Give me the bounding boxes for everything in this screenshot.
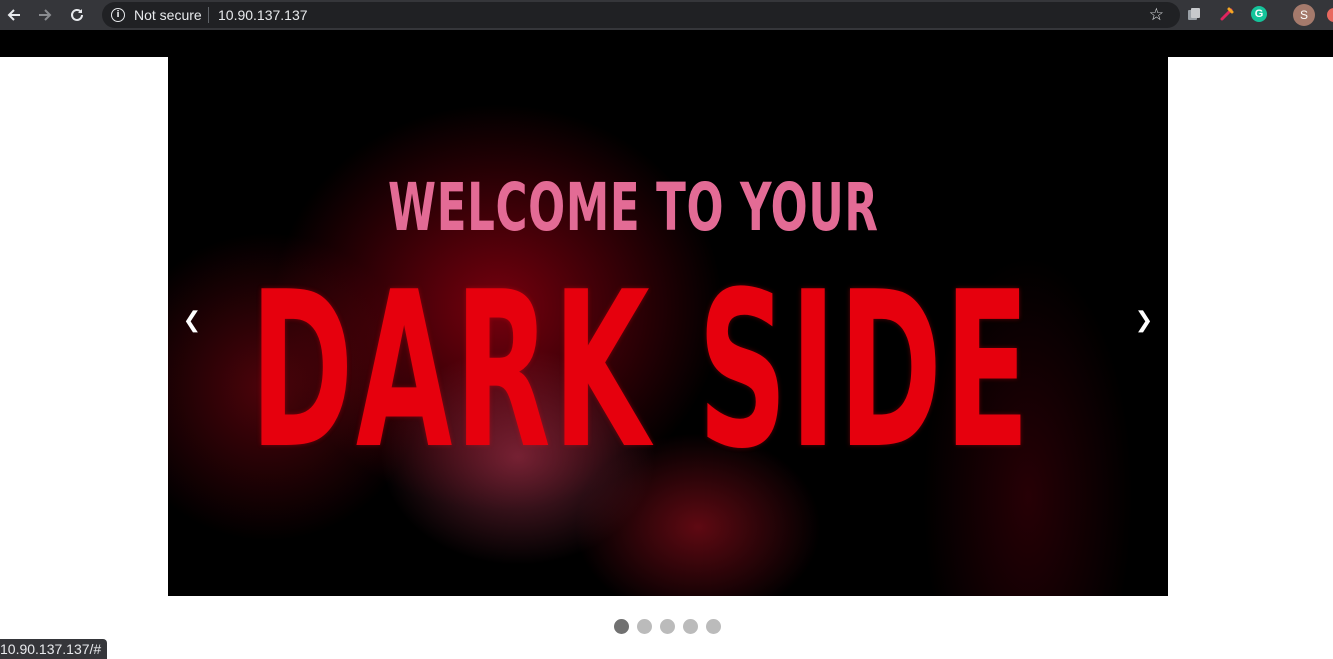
reload-button[interactable] — [67, 5, 87, 25]
address-divider — [208, 7, 209, 23]
slide-dot[interactable] — [660, 619, 675, 634]
puzzle-extension-icon[interactable] — [1186, 6, 1202, 22]
arrow-left-icon — [7, 9, 20, 21]
arrow-right-icon — [39, 9, 52, 21]
browser-menu-icon[interactable] — [1327, 8, 1333, 22]
slideshow-image: WELCOME TO YOUR DARK SIDE — [168, 57, 1168, 596]
reload-icon — [71, 8, 83, 21]
browser-toolbar: i Not secure 10.90.137.137 ☆ G S — [0, 0, 1333, 30]
slide-indicators — [614, 619, 721, 634]
forward-button[interactable] — [35, 5, 55, 25]
slide-dot[interactable] — [614, 619, 629, 634]
security-label[interactable]: Not secure — [134, 7, 202, 23]
info-icon[interactable]: i — [111, 8, 125, 22]
prev-slide-button[interactable]: ❮ — [177, 306, 207, 336]
url-text[interactable]: 10.90.137.137 — [218, 7, 308, 23]
site-topbar — [0, 30, 1333, 57]
slide-text-dark-side: DARK SIDE — [250, 245, 1032, 496]
slide-text-welcome: WELCOME TO YOUR — [388, 169, 879, 246]
next-slide-button[interactable]: ❯ — [1129, 306, 1159, 336]
link-status-bubble: 10.90.137.137/# — [0, 639, 108, 659]
slide-dot[interactable] — [683, 619, 698, 634]
slide-dot[interactable] — [706, 619, 721, 634]
slide-dot[interactable] — [637, 619, 652, 634]
back-button[interactable] — [4, 5, 24, 25]
profile-avatar[interactable]: S — [1293, 4, 1315, 26]
star-icon[interactable]: ☆ — [1149, 5, 1164, 25]
grammarly-icon[interactable]: G — [1251, 6, 1267, 22]
pen-extension-icon[interactable] — [1219, 6, 1235, 22]
address-bar[interactable]: i Not secure 10.90.137.137 ☆ — [102, 2, 1180, 28]
